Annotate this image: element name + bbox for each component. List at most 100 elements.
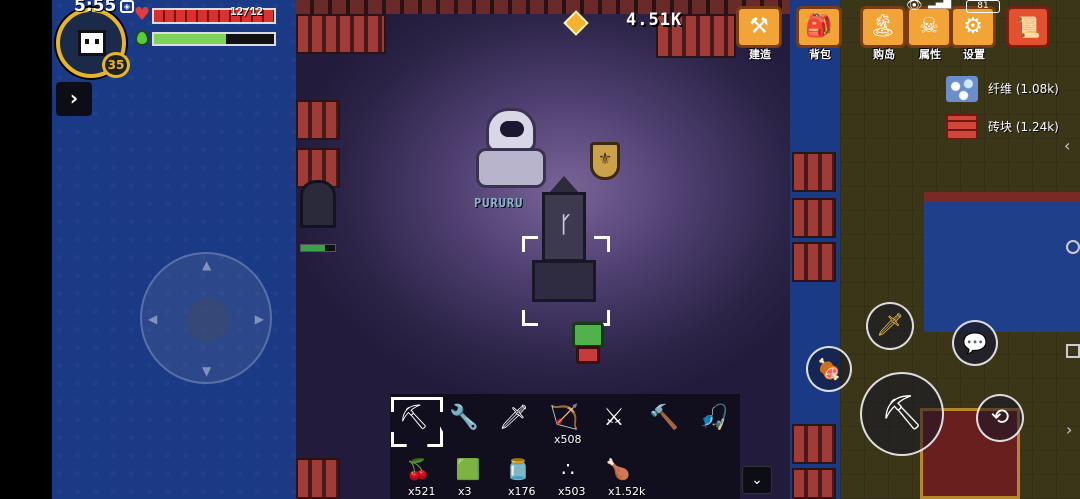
attack-button[interactable]: ⛏: [860, 372, 944, 456]
bottle-icon: 🫙: [505, 457, 531, 481]
enemy-health-bar: [300, 244, 336, 252]
brick-wall: [296, 100, 340, 140]
hotbar-slot[interactable]: 🔨: [640, 396, 688, 442]
arrow-up-icon: ▲: [202, 258, 212, 272]
target-bracket: [522, 310, 538, 326]
battery-icon: 81: [966, 0, 1000, 13]
chat-button[interactable]: 💬: [952, 320, 998, 366]
hotbar-slot[interactable]: ⛏: [390, 396, 438, 442]
map-button[interactable]: 📜: [1006, 6, 1050, 48]
arrow-left-icon: ◀: [148, 312, 158, 326]
signal-icon: ▂▄▆: [928, 0, 952, 9]
eat-button[interactable]: 🍖: [806, 346, 852, 392]
scroll-map-icon: 📜: [1015, 15, 1041, 39]
hotbar-slot[interactable]: 🗡: [490, 396, 538, 442]
hotbar-slot[interactable]: 🎣: [690, 396, 738, 442]
bow-icon: 🏹: [549, 403, 579, 431]
resource-label: 砖块 (1.24k): [988, 120, 1059, 134]
level-badge: 35: [102, 52, 130, 78]
hotbar-slot[interactable]: 🍒 x521: [394, 448, 442, 498]
shovel-icon: 🔧: [449, 403, 479, 431]
brick-wall: [792, 152, 836, 192]
arrow-right-icon: ▶: [254, 312, 264, 326]
hotbar-slot[interactable]: ⚔: [590, 396, 638, 442]
backpack-label: 背包: [809, 48, 831, 61]
backpack-button[interactable]: 🎒 背包: [794, 4, 846, 61]
buy-island-label: 购岛: [873, 48, 895, 61]
chevron-down-icon: ⌄: [751, 472, 763, 488]
settings-label: 设置: [963, 48, 985, 61]
rune-icon: ᚴ: [559, 213, 573, 238]
hotbar-slot[interactable]: 🔧: [440, 396, 488, 442]
fishing-rod-icon: 🎣: [699, 403, 729, 431]
energy-bar: [152, 32, 276, 46]
brick-wall: [792, 242, 836, 282]
meat-icon: 🍗: [605, 457, 631, 481]
player-character: [568, 322, 608, 364]
weapon-switch-button[interactable]: 🗡: [866, 302, 914, 350]
item-count: x1.52k: [608, 485, 646, 498]
resource-label: 纤维 (1.08k): [988, 82, 1059, 96]
grass-block-icon: 🟩: [455, 457, 481, 481]
brick-icon: [946, 114, 978, 140]
brick-wall: [792, 198, 836, 238]
brick-wall: [296, 458, 340, 499]
brick-wall: [792, 424, 836, 464]
seeds-icon: ∴: [561, 457, 575, 481]
system-status-bar: 👁 ▂▄▆ 81: [906, 0, 1010, 14]
dodge-icon: ⟲: [990, 405, 1010, 430]
movement-joystick[interactable]: ▲ ▼ ◀ ▶: [140, 252, 272, 384]
build-button[interactable]: ⚒ 建造: [734, 4, 786, 61]
pickaxe-icon: ⛏: [880, 393, 924, 433]
energy-icon: [135, 30, 149, 46]
chevron-left-icon[interactable]: ‹: [1064, 136, 1070, 155]
tombstone[interactable]: [300, 180, 336, 228]
build-icon: ⚒: [736, 6, 782, 48]
berries-icon: 🍒: [405, 457, 431, 481]
chevron-right-icon: ›: [69, 86, 79, 110]
hotbar-slot[interactable]: 🍗 x1.52k: [594, 448, 646, 498]
island-icon: 🏝: [860, 6, 906, 48]
square-icon[interactable]: [1066, 344, 1080, 358]
fiber-icon: [946, 76, 978, 102]
dodge-button[interactable]: ⟲: [976, 394, 1024, 442]
rune-statue[interactable]: ᚴ: [530, 176, 598, 306]
currency-amount: 4.51K: [626, 10, 683, 30]
golden-sword-icon: 🗡: [876, 313, 904, 338]
npc-name-label: PURURU: [474, 196, 524, 210]
arrow-down-icon: ▼: [202, 364, 212, 378]
chevron-right-icon[interactable]: ›: [1066, 420, 1072, 439]
joystick-knob[interactable]: [186, 298, 230, 342]
health-text: 12/12: [230, 5, 264, 18]
hotbar-slot[interactable]: 🏹 x508: [540, 396, 588, 446]
backpack-icon: 🎒: [796, 6, 842, 48]
build-label: 建造: [749, 48, 771, 61]
building-wall: [924, 192, 1080, 332]
brick-wall: [792, 468, 836, 499]
hotbar-toggle-button[interactable]: ⌄: [742, 466, 772, 494]
pickaxe-icon: ⛏: [398, 403, 430, 431]
expand-button[interactable]: ›: [56, 82, 92, 116]
buy-island-button[interactable]: 🏝 购岛: [858, 4, 910, 61]
eye-icon: 👁: [906, 0, 923, 13]
brick-wall: [296, 14, 386, 54]
screen-edge: [0, 0, 52, 499]
hotbar: ⛏ 🔧 🗡 🏹 x508 ⚔ 🔨 🎣 🍒 x521 🟩 x3 🫙 x176 ∴ …: [390, 394, 740, 499]
meat-icon: 🍖: [816, 357, 842, 381]
notification-icon: ◈: [120, 0, 134, 13]
shield-icon[interactable]: ⚜: [590, 142, 620, 180]
target-bracket: [522, 236, 538, 252]
hotbar-slot[interactable]: 🟩 x3: [444, 448, 492, 498]
circle-icon[interactable]: [1066, 240, 1080, 254]
sword-icon: 🗡: [498, 403, 530, 431]
hammer-icon: 🔨: [649, 403, 679, 431]
chat-icon: 💬: [962, 331, 988, 355]
room-top-wall: [296, 0, 790, 14]
target-bracket: [594, 236, 610, 252]
hotbar-slot[interactable]: 🫙 x176: [494, 448, 542, 498]
heart-icon: ♥: [134, 4, 151, 25]
golden-sword-icon: ⚔: [603, 403, 625, 431]
avatar-face-icon: [78, 30, 106, 56]
clock: 5:55: [74, 0, 117, 16]
hotbar-slot[interactable]: ∴ x503: [544, 448, 592, 498]
